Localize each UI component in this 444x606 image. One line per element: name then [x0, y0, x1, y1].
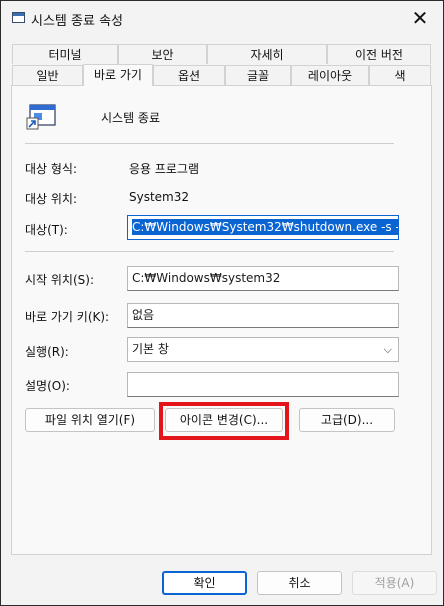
target-type-value: 응용 프로그램 [129, 162, 200, 176]
comment-label: 설명(O): [25, 379, 70, 393]
shortcut-name: 시스템 종료 [101, 111, 161, 125]
tab-layout[interactable]: 레이아웃 [291, 65, 369, 85]
window-icon [12, 12, 25, 23]
target-location-label: 대상 위치: [25, 192, 78, 206]
ok-button[interactable]: 확인 [162, 571, 247, 595]
properties-window: 시스템 종료 속성 ✕ 터미널 보안 자세히 이전 버전 일반 바로 가기 옵션… [0, 0, 444, 606]
run-label: 실행(R): [25, 345, 69, 359]
tab-terminal[interactable]: 터미널 [12, 44, 118, 64]
target-input-value: C:₩Windows₩System32₩shutdown.exe -s -t 0 [132, 219, 398, 235]
hotkey-label: 바로 가기 키(K): [25, 310, 110, 324]
advanced-button[interactable]: 고급(D)... [299, 408, 395, 432]
close-button[interactable]: ✕ [405, 5, 435, 31]
tab-general[interactable]: 일반 [12, 65, 83, 85]
shortcut-program-icon [26, 104, 56, 130]
cancel-button[interactable]: 취소 [257, 571, 342, 595]
tab-options[interactable]: 옵션 [153, 65, 225, 85]
open-file-location-button[interactable]: 파일 위치 열기(F) [25, 408, 155, 432]
comment-input[interactable] [127, 372, 399, 397]
hotkey-input[interactable]: 없음 [127, 303, 399, 328]
chevron-down-icon: ⌵ [383, 343, 392, 356]
start-in-input[interactable]: C:₩Windows₩system32 [127, 266, 399, 291]
tab-colors[interactable]: 색 [369, 65, 431, 85]
divider-top [25, 143, 394, 144]
start-in-label: 시작 위치(S): [25, 273, 94, 287]
target-label: 대상(T): [25, 223, 68, 237]
run-select[interactable]: 기본 창 ⌵ [127, 337, 399, 362]
tab-previous-versions[interactable]: 이전 버전 [327, 44, 431, 64]
highlight-box [159, 402, 289, 440]
tab-details[interactable]: 자세히 [207, 44, 327, 64]
target-location-value: System32 [129, 190, 190, 204]
title-bar[interactable]: 시스템 종료 속성 ✕ [1, 1, 443, 35]
target-type-label: 대상 형식: [25, 162, 78, 176]
divider-middle [25, 251, 394, 252]
window-title: 시스템 종료 속성 [31, 14, 123, 29]
apply-button[interactable]: 적용(A) [352, 571, 437, 595]
tab-security[interactable]: 보안 [118, 44, 207, 64]
run-select-value: 기본 창 [132, 342, 169, 356]
target-input[interactable]: C:₩Windows₩System32₩shutdown.exe -s -t 0 [127, 215, 399, 240]
tab-shortcut[interactable]: 바로 가기 [83, 64, 153, 86]
tab-font[interactable]: 글꼴 [225, 65, 291, 85]
